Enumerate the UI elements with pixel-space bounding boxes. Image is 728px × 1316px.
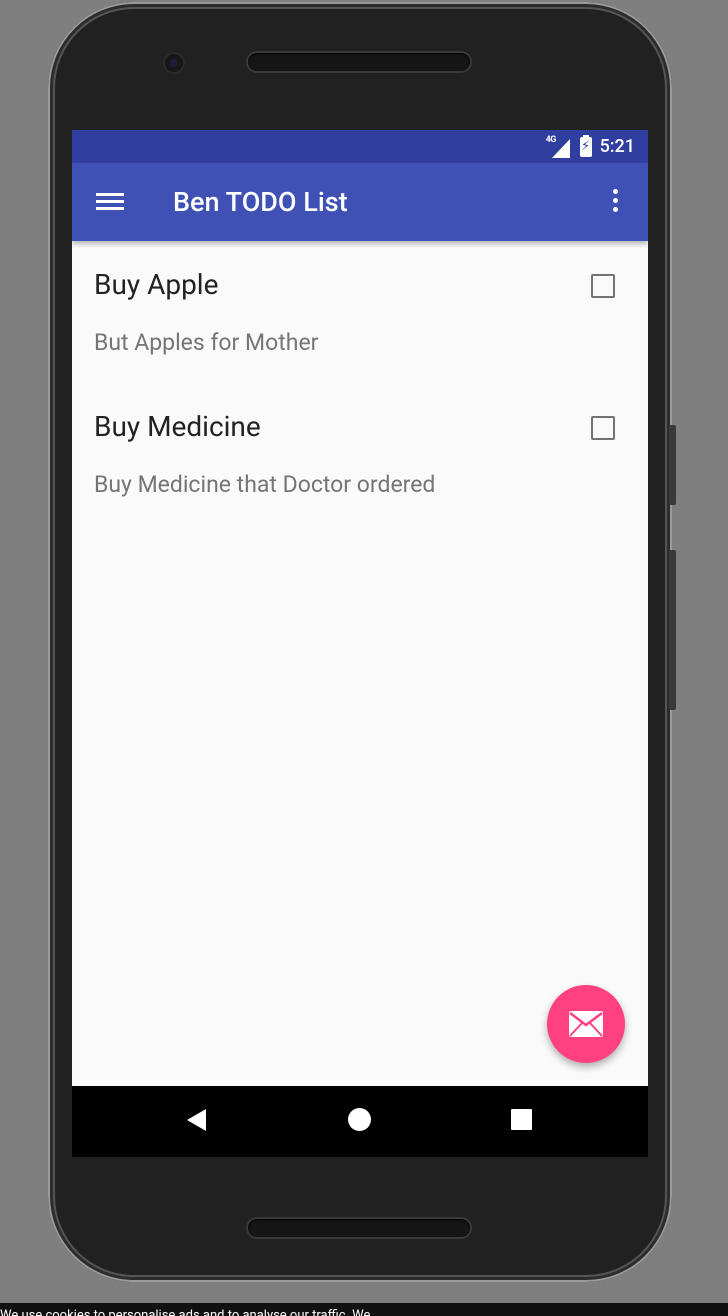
compose-fab-button[interactable] [547, 985, 625, 1063]
status-icons: 4G ⚡ 5:21 [546, 130, 635, 163]
cookie-banner-text: We use cookies to personalise ads and to… [0, 1303, 728, 1316]
power-button [669, 425, 676, 505]
email-icon [569, 1011, 603, 1037]
more-options-icon[interactable] [608, 189, 622, 215]
todo-description: Buy Medicine that Doctor ordered [94, 471, 436, 498]
battery-charging-icon: ⚡ [579, 134, 592, 157]
app-title: Ben TODO List [173, 186, 348, 218]
todo-list: Buy Apple But Apples for Mother Buy Medi… [72, 241, 648, 525]
recents-icon[interactable] [511, 1109, 532, 1130]
status-bar: 4G ⚡ 5:21 [72, 130, 648, 163]
todo-title: Buy Apple [94, 268, 219, 301]
status-time: 5:21 [599, 136, 635, 157]
back-icon[interactable] [187, 1109, 206, 1131]
volume-button [669, 550, 676, 710]
front-camera [163, 52, 185, 74]
app-bar: Ben TODO List [72, 163, 648, 241]
todo-item[interactable]: Buy Medicine Buy Medicine that Doctor or… [72, 383, 648, 525]
home-icon[interactable] [348, 1108, 371, 1131]
phone-screen: 4G ⚡ 5:21 Ben TODO List Buy Apple But Ap… [72, 130, 648, 1157]
system-nav-bar [72, 1086, 648, 1157]
bottom-speaker [248, 1219, 470, 1237]
todo-item[interactable]: Buy Apple But Apples for Mother [72, 241, 648, 383]
top-speaker [248, 53, 470, 71]
hamburger-menu-icon[interactable] [96, 191, 124, 213]
todo-title: Buy Medicine [94, 410, 261, 443]
signal-icon: 4G [546, 135, 572, 158]
todo-checkbox[interactable] [591, 274, 615, 298]
todo-checkbox[interactable] [591, 416, 615, 440]
todo-description: But Apples for Mother [94, 329, 319, 356]
